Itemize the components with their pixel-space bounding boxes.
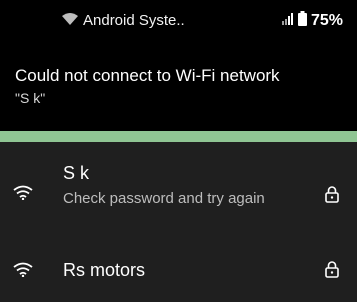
wifi-notification-icon xyxy=(62,12,78,29)
network-item[interactable]: Rs motors xyxy=(0,245,357,302)
status-left: Android Syste.. xyxy=(62,12,185,29)
network-status: Check password and try again xyxy=(63,190,265,207)
progress-bar xyxy=(0,131,357,142)
network-name: S k xyxy=(63,163,90,183)
battery-percent: 75% xyxy=(310,12,343,29)
signal-icon xyxy=(281,12,294,30)
status-bar: Android Syste.. 75% xyxy=(0,0,357,42)
network-name: Rs motors xyxy=(63,260,146,280)
status-right: 75% xyxy=(281,11,343,31)
notification-app-name: Android Syste.. xyxy=(83,12,185,29)
notification-title: Could not connect to Wi-Fi network xyxy=(15,66,280,85)
lock-icon xyxy=(325,186,339,203)
battery-icon xyxy=(297,11,307,31)
lock-icon xyxy=(325,261,339,278)
notification-network: "S k" xyxy=(15,90,46,106)
wifi-icon xyxy=(12,261,34,278)
network-item[interactable]: S k Check password and try again xyxy=(0,150,357,235)
wifi-error-notification[interactable] xyxy=(0,42,357,132)
wifi-icon xyxy=(12,184,34,201)
